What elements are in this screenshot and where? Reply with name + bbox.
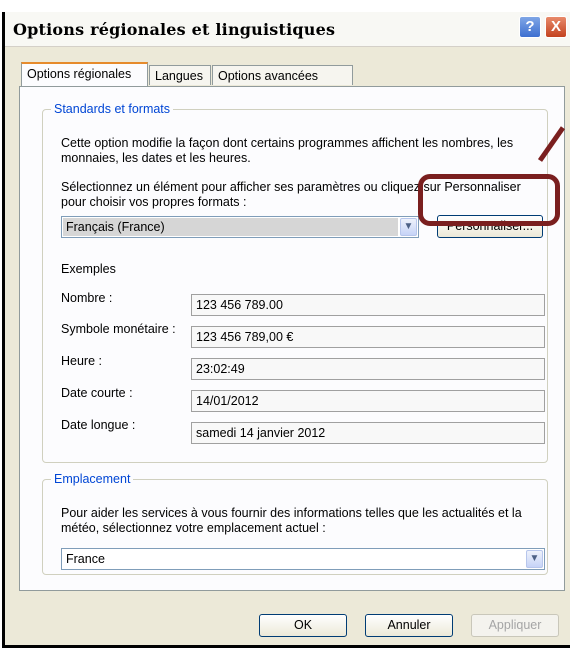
example-label-short-date: Date courte :	[61, 386, 133, 400]
example-short-date-field: 14/01/2012	[191, 390, 545, 412]
help-button[interactable]: ?	[519, 16, 541, 38]
example-long-date-field: samedi 14 janvier 2012	[191, 422, 545, 444]
example-short-date-value: 14/01/2012	[196, 394, 259, 408]
dialog-window: Options régionales et linguistiques ? X …	[2, 12, 570, 648]
location-group: Emplacement Pour aider les services à vo…	[42, 472, 548, 575]
example-label-currency: Symbole monétaire :	[61, 322, 176, 336]
close-button[interactable]: X	[545, 16, 567, 38]
example-currency-field: 123 456 789,00 €	[191, 326, 545, 348]
examples-label: Exemples	[61, 262, 116, 276]
example-time-value: 23:02:49	[196, 362, 245, 376]
cancel-button[interactable]: Annuler	[365, 614, 453, 637]
ok-button[interactable]: OK	[259, 614, 347, 637]
example-label-number: Nombre :	[61, 291, 113, 305]
example-number-field: 123 456 789.00	[191, 294, 545, 316]
location-select[interactable]: France ▼	[61, 548, 545, 570]
tab-panel-regional: Standards et formats Cette option modifi…	[19, 86, 565, 591]
location-select-value: France	[66, 552, 105, 566]
format-select[interactable]: Français (France) ▼	[61, 216, 419, 238]
tab-regional-options[interactable]: Options régionales	[21, 62, 148, 86]
title-bar[interactable]: Options régionales et linguistiques ? X	[5, 12, 570, 47]
window-title: Options régionales et linguistiques	[13, 20, 336, 39]
location-legend: Emplacement	[51, 472, 134, 486]
tab-advanced-options[interactable]: Options avancées	[212, 65, 353, 85]
standards-formats-group: Standards et formats Cette option modifi…	[42, 102, 548, 463]
format-select-value: Français (France)	[66, 220, 165, 234]
tab-languages[interactable]: Langues	[149, 65, 211, 85]
example-number-value: 123 456 789.00	[196, 298, 283, 312]
apply-button[interactable]: Appliquer	[471, 614, 559, 637]
example-label-time: Heure :	[61, 354, 102, 368]
standards-legend: Standards et formats	[51, 102, 174, 116]
example-currency-value: 123 456 789,00 €	[196, 330, 294, 344]
example-time-field: 23:02:49	[191, 358, 545, 380]
callout-highlight-box	[418, 174, 560, 226]
location-description: Pour aider les services à vous fournir d…	[61, 506, 522, 535]
example-long-date-value: samedi 14 janvier 2012	[196, 426, 326, 440]
chevron-down-icon[interactable]: ▼	[400, 218, 417, 236]
example-label-long-date: Date longue :	[61, 418, 136, 432]
chevron-down-icon[interactable]: ▼	[526, 550, 543, 568]
standards-description: Cette option modifie la façon dont certa…	[61, 136, 514, 165]
